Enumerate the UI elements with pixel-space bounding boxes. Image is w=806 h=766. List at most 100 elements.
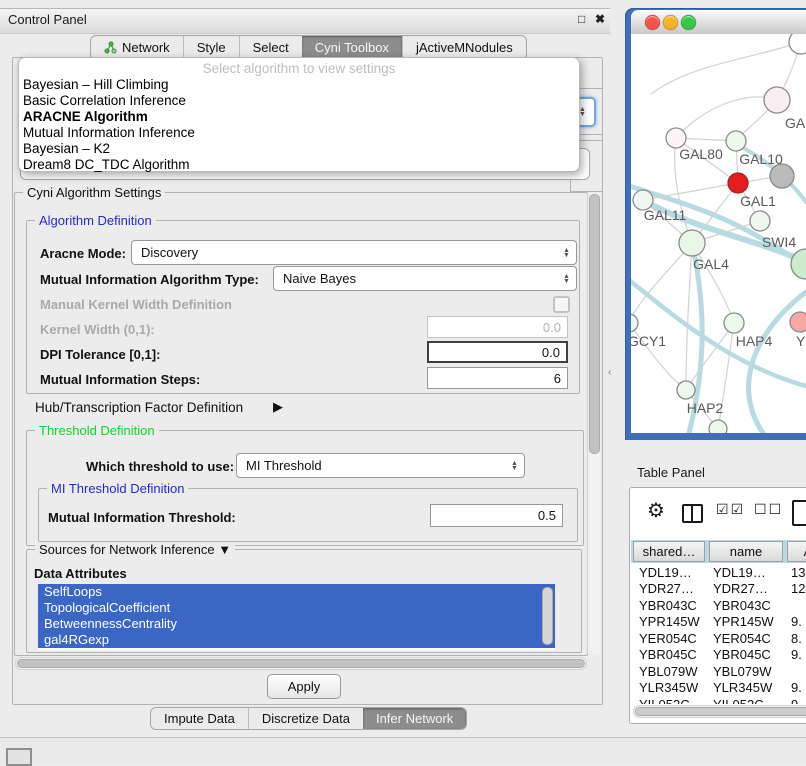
table-body: YDL19… YDL19… 13 YDR27… YDR27… 12 YBR043… (631, 564, 806, 704)
algorithm-option-aracne[interactable]: ARACNE Algorithm (23, 109, 148, 124)
column-header-shared[interactable]: shared… (633, 541, 705, 562)
column-header-partial[interactable]: A (787, 541, 806, 562)
apply-button[interactable]: Apply (267, 674, 341, 699)
close-panel-icon[interactable]: ✖ (595, 12, 605, 26)
list-item[interactable]: BetweennessCentrality (38, 616, 555, 632)
node-gal80[interactable] (666, 128, 686, 148)
node-hap2[interactable] (677, 381, 695, 399)
list-item[interactable]: gal4RGexp (38, 632, 555, 648)
tab-cyni-toolbox[interactable]: Cyni Toolbox (302, 36, 402, 59)
node-label: SWI4 (762, 234, 796, 250)
spinner-icon: ▲▼ (560, 274, 573, 284)
split-columns-icon[interactable] (682, 504, 703, 523)
table-row[interactable]: YDR27… YDR27… 12 (631, 581, 806, 598)
aracne-mode-combo[interactable]: Discovery ▲▼ (131, 240, 577, 265)
node-label: GCY1 (631, 333, 666, 349)
table-row[interactable]: YER054C YER054C 8. (631, 630, 806, 647)
cyni-algorithm-settings-legend: Cyni Algorithm Settings (23, 185, 165, 200)
node-label: GAL (785, 115, 806, 131)
collapsed-arrow-icon[interactable]: ▶ (273, 399, 283, 415)
hub-definition-toggle[interactable]: Hub/Transcription Factor Definition (35, 400, 243, 415)
tab-network-label: Network (122, 40, 170, 55)
tab-impute-data[interactable]: Impute Data (151, 708, 248, 729)
settings-hscroll-track[interactable] (15, 657, 587, 670)
tab-style[interactable]: Style (183, 36, 239, 59)
mi-steps-field[interactable]: 6 (427, 367, 568, 389)
mi-threshold-field[interactable]: 0.5 (430, 504, 563, 527)
checked-checkboxes-icon[interactable]: ☑☑ (716, 501, 745, 518)
algorithm-option-bayesian-k2[interactable]: Bayesian – K2 (23, 141, 110, 156)
table-row[interactable]: YLR345W YLR345W 9. (631, 680, 806, 697)
control-panel-titlebar (0, 8, 610, 34)
tab-jactivemnodules[interactable]: jActiveMNodules (402, 36, 526, 59)
close-window-icon[interactable] (645, 15, 660, 30)
aracne-mode-label: Aracne Mode: (40, 246, 126, 261)
algorithm-definition-legend: Algorithm Definition (35, 213, 156, 228)
node-salmon[interactable] (790, 312, 806, 332)
node-gal10[interactable] (726, 131, 746, 151)
node-gal[interactable] (764, 87, 790, 113)
node-label: GAL1 (740, 193, 776, 209)
which-threshold-combo[interactable]: MI Threshold ▲▼ (236, 453, 525, 478)
table-row[interactable]: YBR043C YBR043C (631, 597, 806, 614)
table-panel-window: ⚙ ☑☑ ☐☐ shared… name A YDL19… YDL19… 13 … (629, 487, 806, 724)
network-canvas[interactable]: GAL GAL80 GAL10 GAL1 GAL11 SWI4 GAL4 GCY… (631, 34, 806, 433)
node-label: Y (796, 333, 806, 349)
table-row[interactable]: YPR145W YPR145W 9. (631, 614, 806, 631)
kernel-width-field[interactable]: 0.0 (427, 316, 568, 338)
which-threshold-label: Which threshold to use: (86, 459, 234, 474)
algorithm-option-mutual-information[interactable]: Mutual Information Inference (23, 125, 195, 140)
tab-select[interactable]: Select (239, 36, 302, 59)
algorithm-option-basic-correlation[interactable]: Basic Correlation Inference (23, 93, 186, 108)
mi-threshold-label: Mutual Information Threshold: (48, 510, 236, 525)
node-swi4[interactable] (750, 211, 770, 231)
table-hscroll-track[interactable] (633, 705, 806, 718)
list-item[interactable]: TopologicalCoefficient (38, 600, 555, 616)
spinner-icon: ▲▼ (560, 248, 573, 258)
settings-vscroll-thumb[interactable] (589, 194, 600, 454)
zoom-window-icon[interactable] (681, 15, 696, 30)
minimize-window-icon[interactable] (663, 15, 678, 30)
node-label: GAL80 (679, 146, 723, 162)
data-attributes-list: SelfLoops TopologicalCoefficient Between… (38, 584, 555, 650)
list-scrollbar[interactable] (542, 587, 553, 645)
document-icon[interactable] (792, 500, 806, 526)
collapsed-panel-icon[interactable] (6, 748, 32, 766)
mi-type-label: Mutual Information Algorithm Type: (40, 272, 259, 287)
node-gray[interactable] (770, 164, 794, 188)
data-attributes-label: Data Attributes (34, 566, 127, 581)
node-hap4[interactable] (724, 313, 744, 333)
tab-discretize-data[interactable]: Discretize Data (248, 708, 363, 729)
node-gal4[interactable] (679, 230, 705, 256)
gear-icon[interactable]: ⚙ (647, 498, 665, 523)
network-window-titlebar[interactable] (631, 10, 806, 35)
settings-vscroll-track[interactable] (587, 193, 600, 654)
column-header-name[interactable]: name (709, 541, 783, 562)
node-gal1-red[interactable] (728, 173, 748, 193)
dpi-tolerance-field[interactable]: 0.0 (427, 341, 568, 363)
node-bottom[interactable] (709, 420, 727, 433)
network-icon (104, 41, 117, 54)
expanded-arrow-icon[interactable]: ▼ (218, 542, 231, 557)
algorithm-option-dream8[interactable]: Dream8 DC_TDC Algorithm (23, 157, 190, 172)
tab-infer-network[interactable]: Infer Network (363, 708, 466, 729)
network-view-window[interactable]: GAL GAL80 GAL10 GAL1 GAL11 SWI4 GAL4 GCY… (625, 8, 806, 440)
manual-kernel-checkbox[interactable] (553, 296, 570, 313)
unchecked-checkboxes-icon[interactable]: ☐☐ (754, 501, 783, 518)
table-row[interactable]: YBL079W YBL079W (631, 663, 806, 680)
algorithm-option-bayesian-hill-climbing[interactable]: Bayesian – Hill Climbing (23, 77, 169, 92)
panel-divider-grip[interactable]: ‹ (608, 367, 611, 378)
node-gcy1[interactable] (631, 314, 638, 332)
table-row[interactable]: YDL19… YDL19… 13 (631, 564, 806, 581)
mi-type-combo[interactable]: Naive Bayes ▲▼ (273, 266, 577, 291)
list-item[interactable]: SelfLoops (38, 584, 555, 600)
float-panel-icon[interactable]: □ (578, 12, 585, 26)
table-row[interactable]: YIL052C YIL052C 9. (631, 696, 806, 704)
node-unlabeled[interactable] (789, 34, 806, 54)
settings-hscroll-thumb[interactable] (17, 659, 585, 668)
node-label: GAL10 (739, 151, 783, 167)
tab-network[interactable]: Network (91, 36, 183, 59)
table-row[interactable]: YBR045C YBR045C 9. (631, 647, 806, 664)
threshold-definition-legend: Threshold Definition (35, 423, 159, 438)
table-hscroll-thumb[interactable] (635, 707, 806, 716)
